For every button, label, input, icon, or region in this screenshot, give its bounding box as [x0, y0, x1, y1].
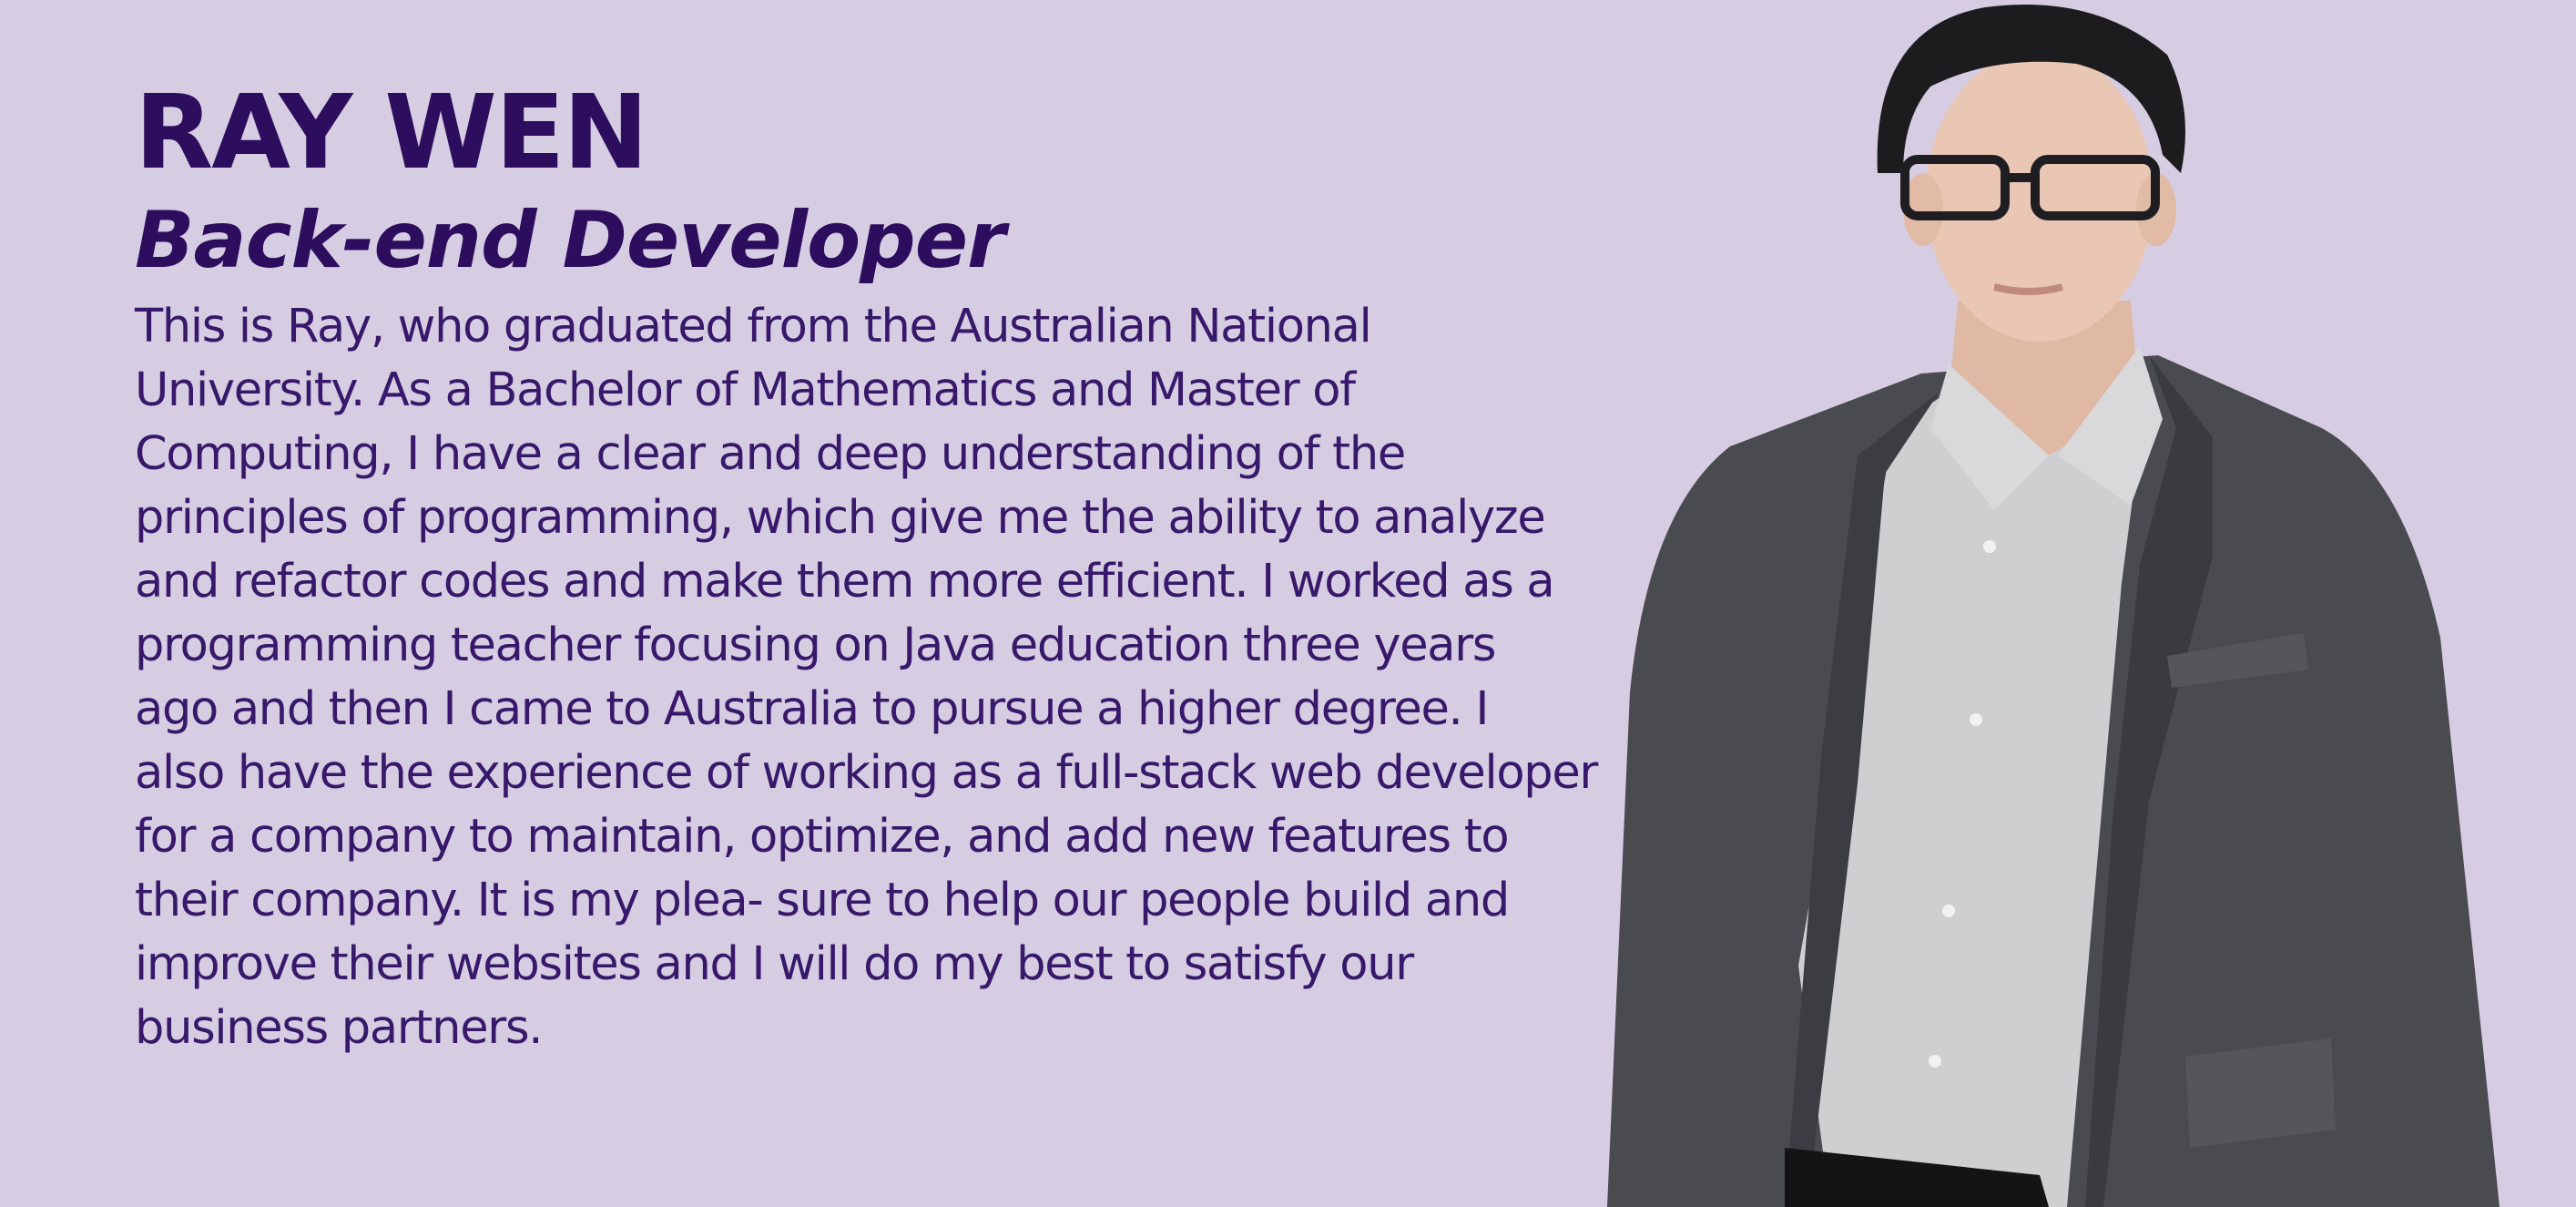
bio-line: programming teacher focusing on Java edu…	[135, 619, 1497, 672]
bio-line: their company. It is my plea- sure to he…	[135, 874, 1510, 927]
bio-line: This is Ray, who graduated from the Aust…	[135, 300, 1372, 353]
bio-line: for a company to maintain, optimize, and…	[135, 810, 1510, 864]
profile-name: RAY WEN	[135, 74, 648, 192]
jacket-pocket	[2185, 1038, 2336, 1148]
bio-line: principles of programming, which give me…	[135, 491, 1546, 545]
bio-line: improve their websites and I will do my …	[135, 937, 1414, 991]
person-portrait-icon	[1607, 4, 2500, 1207]
bio-line: University. As a Bachelor of Mathematics…	[135, 363, 1356, 417]
bio-line: business partners.	[135, 1001, 543, 1055]
bio-line: and refactor codes and make them more ef…	[135, 555, 1555, 609]
profile-section: RAY WEN Back-end Developer This is Ray, …	[135, 73, 1598, 1060]
bio-line: Computing, I have a clear and deep under…	[135, 427, 1406, 481]
profile-bio: This is Ray, who graduated from the Aust…	[135, 295, 1598, 1060]
bio-line: ago and then I came to Australia to purs…	[135, 682, 1489, 736]
profile-title: Back-end Developer	[135, 195, 1005, 286]
bio-line: also have the experience of working as a…	[135, 746, 1598, 800]
